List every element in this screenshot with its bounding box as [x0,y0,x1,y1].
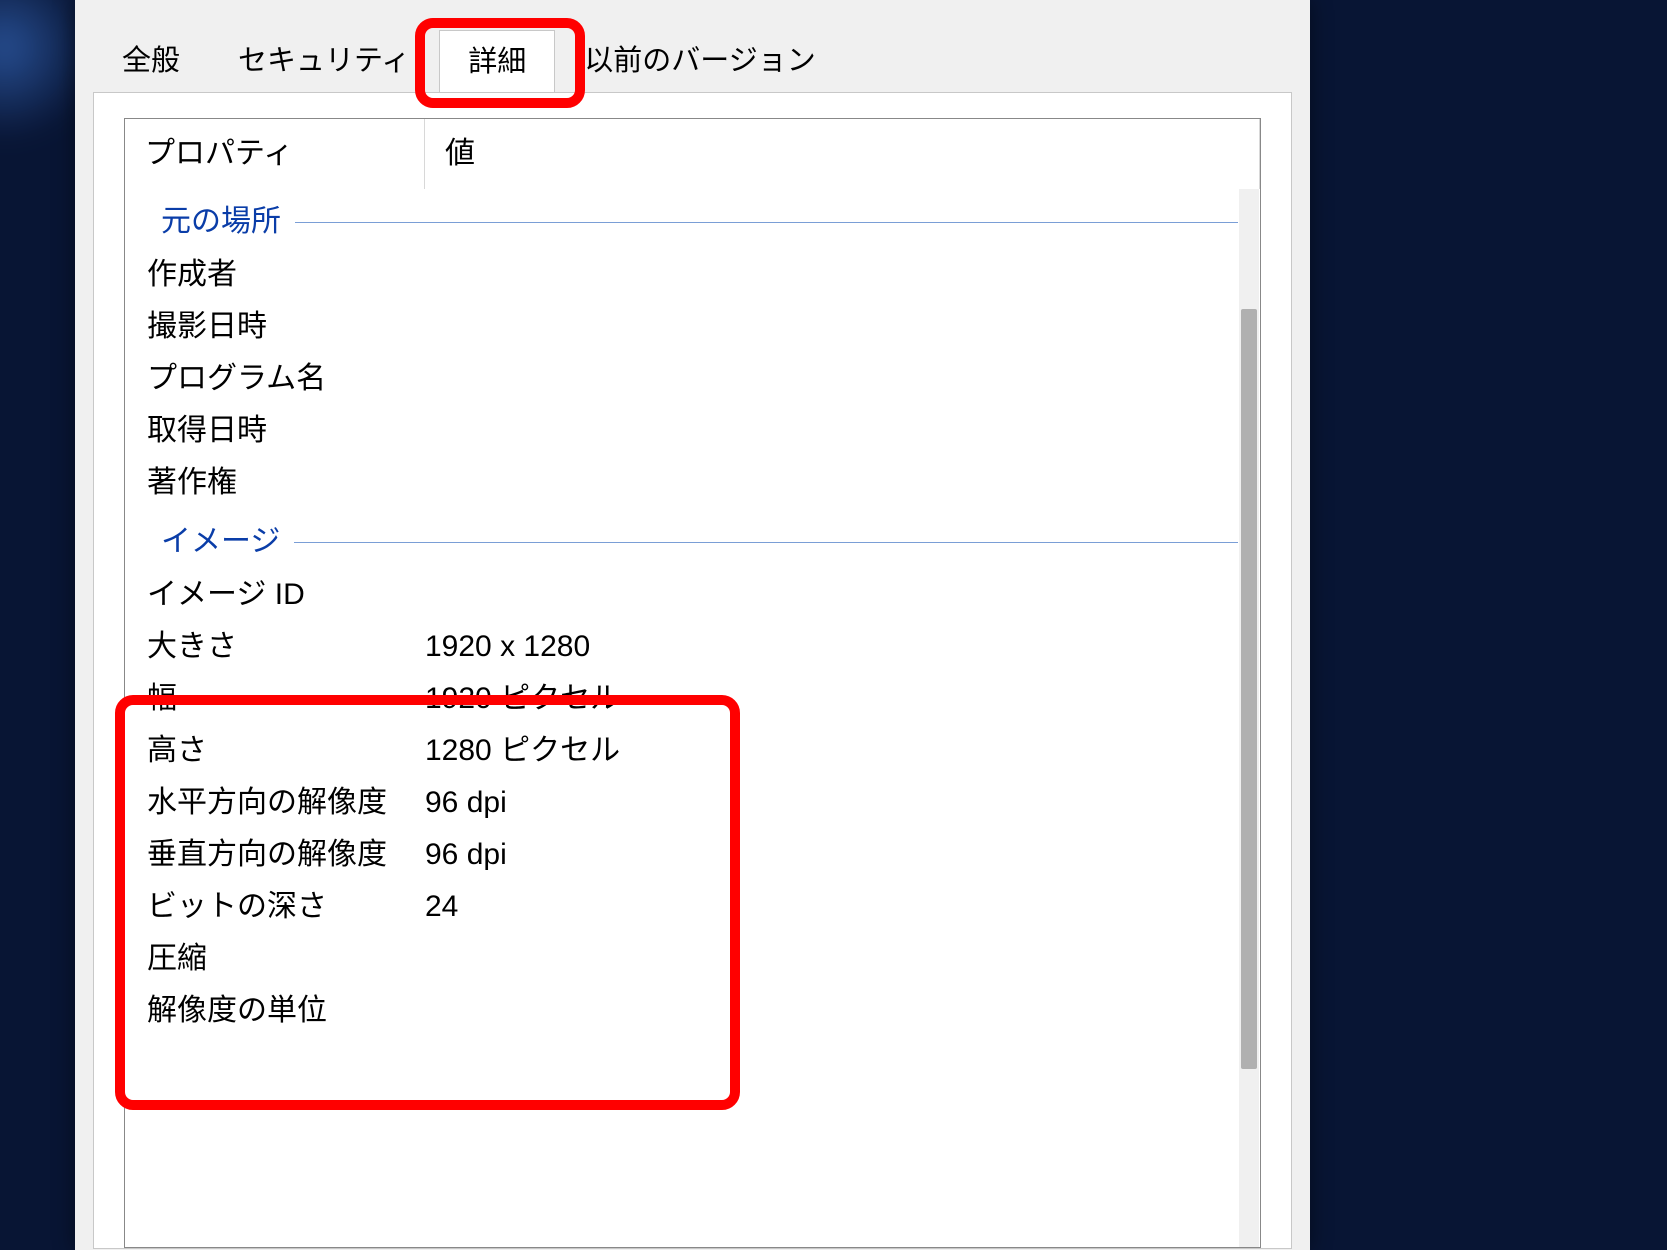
property-label: 取得日時 [147,416,425,446]
property-list: プロパティ 値 元の場所 作成者 撮影日時 プログラム名 [124,118,1261,1248]
property-row[interactable]: 撮影日時 [125,301,1260,353]
property-row[interactable]: 垂直方向の解像度 96 dpi [125,829,1260,881]
group-divider [294,542,1238,543]
property-row[interactable]: ビットの深さ 24 [125,881,1260,933]
property-label: 作成者 [147,260,425,290]
property-row[interactable]: 水平方向の解像度 96 dpi [125,777,1260,829]
property-row[interactable]: 著作権 [125,457,1260,509]
property-value: 24 [425,892,1238,922]
property-list-viewport[interactable]: 元の場所 作成者 撮影日時 プログラム名 取得日時 [125,189,1260,1247]
property-value: 1280 ピクセル [425,736,1238,766]
property-row[interactable]: 大きさ 1920 x 1280 [125,621,1260,673]
property-list-header[interactable]: プロパティ 値 [125,119,1260,189]
group-title-origin: 元の場所 [161,207,281,237]
property-value [425,416,1238,446]
tab-security[interactable]: セキュリティ [209,29,439,92]
property-label: 撮影日時 [147,312,425,342]
property-label: 圧縮 [147,944,425,974]
column-header-property[interactable]: プロパティ [125,119,425,189]
property-value [425,580,1238,610]
property-row[interactable]: プログラム名 [125,353,1260,405]
property-label: 水平方向の解像度 [147,788,425,818]
property-value: 1920 ピクセル [425,684,1238,714]
property-label: プログラム名 [147,364,425,394]
property-row[interactable]: 高さ 1280 ピクセル [125,725,1260,777]
property-row[interactable]: 作成者 [125,249,1260,301]
property-row[interactable]: イメージ ID [125,569,1260,621]
group-divider [295,222,1238,223]
tab-general[interactable]: 全般 [93,29,209,92]
property-label: ビットの深さ [147,892,425,922]
property-row[interactable]: 幅 1920 ピクセル [125,673,1260,725]
property-label: 大きさ [147,632,425,662]
property-value [425,468,1238,498]
property-label: 幅 [147,684,425,714]
scrollbar-vertical[interactable] [1239,189,1259,1247]
property-value [425,312,1238,342]
property-value: 96 dpi [425,840,1238,870]
scrollbar-thumb[interactable] [1241,309,1257,1069]
property-label: 高さ [147,736,425,766]
properties-window: 全般 セキュリティ 詳細 以前のバージョン プロパティ 値 元の場所 作成者 [75,0,1310,1250]
property-value [425,944,1238,974]
property-label: 著作権 [147,468,425,498]
group-header-image: イメージ [125,509,1260,569]
property-label: 垂直方向の解像度 [147,840,425,870]
column-header-value[interactable]: 値 [425,119,1260,189]
property-label: 解像度の単位 [147,996,425,1026]
property-row[interactable]: 解像度の単位 [125,985,1260,1037]
tab-strip: 全般 セキュリティ 詳細 以前のバージョン [75,0,1310,92]
property-value [425,364,1238,394]
property-value: 1920 x 1280 [425,632,1238,662]
property-value [425,996,1238,1026]
group-header-origin: 元の場所 [125,189,1260,249]
property-label: イメージ ID [147,580,425,610]
property-row[interactable]: 圧縮 [125,933,1260,985]
group-title-image: イメージ [161,527,280,557]
property-value [425,260,1238,290]
property-value: 96 dpi [425,788,1238,818]
tab-details-body: プロパティ 値 元の場所 作成者 撮影日時 プログラム名 [93,92,1292,1249]
property-row[interactable]: 取得日時 [125,405,1260,457]
tab-previous-versions[interactable]: 以前のバージョン [555,29,844,92]
tab-details[interactable]: 詳細 [439,30,555,93]
